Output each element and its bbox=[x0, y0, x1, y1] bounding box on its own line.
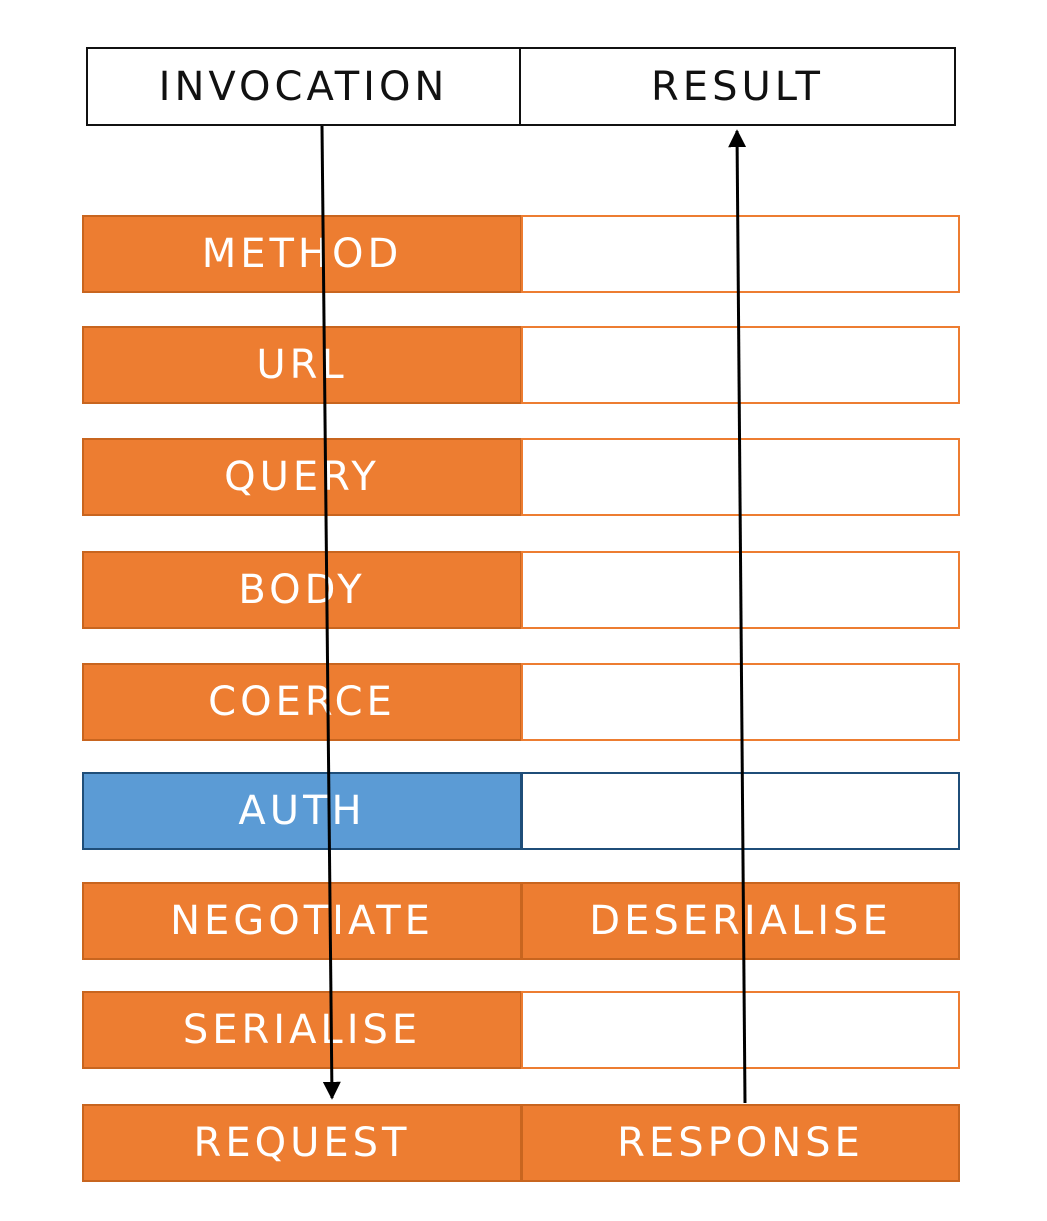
result-flow-arrow bbox=[728, 129, 747, 1104]
invocation-flow-arrow bbox=[320, 125, 341, 1100]
pipeline-diagram: INVOCATION RESULT METHOD URL QUERY BODY COER… bbox=[0, 0, 1047, 1221]
flow-arrows bbox=[320, 125, 747, 1104]
